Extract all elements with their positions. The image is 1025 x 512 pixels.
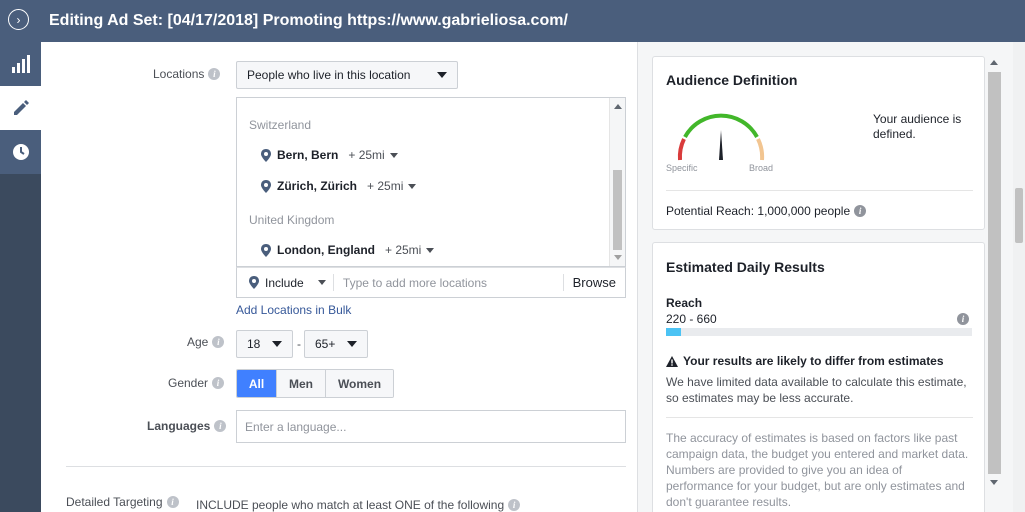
gender-women-button[interactable]: Women xyxy=(326,370,393,397)
location-item[interactable]: Bern, Bern + 25mi xyxy=(261,148,398,162)
audience-gauge xyxy=(677,113,765,161)
pencil-icon xyxy=(13,100,29,115)
country-label: United Kingdom xyxy=(249,213,335,227)
daily-results-title: Estimated Daily Results xyxy=(666,259,825,275)
location-type-dropdown[interactable]: People who live in this location xyxy=(236,61,458,89)
radius-dropdown[interactable]: + 25mi xyxy=(384,243,435,257)
caret-down-icon xyxy=(317,280,326,285)
age-separator: - xyxy=(297,337,301,351)
map-pin-icon xyxy=(261,243,271,257)
info-icon[interactable]: i xyxy=(166,496,179,508)
gauge-specific-label: Specific xyxy=(666,163,698,173)
nav-edit-button[interactable] xyxy=(0,86,41,130)
radius-dropdown[interactable]: + 25mi xyxy=(348,148,398,162)
panel-scroll-thumb[interactable] xyxy=(988,72,1001,474)
location-search-input[interactable] xyxy=(342,275,563,290)
languages-label: Languages i xyxy=(147,419,227,433)
warning-body: We have limited data available to calcul… xyxy=(666,375,967,405)
language-input[interactable] xyxy=(236,410,626,443)
detailed-targeting-description: INCLUDE people who match at least ONE of… xyxy=(196,498,521,512)
page-title: Editing Ad Set: [04/17/2018] Promoting h… xyxy=(49,12,568,29)
radius-value: + 25mi xyxy=(367,179,404,193)
caret-down-icon xyxy=(437,72,447,78)
bar-chart-icon xyxy=(11,55,30,73)
left-nav xyxy=(0,42,41,512)
age-min-dropdown[interactable]: 18 xyxy=(236,330,293,358)
info-icon[interactable]: i xyxy=(854,205,867,217)
map-pin-icon xyxy=(261,148,271,162)
section-divider xyxy=(66,466,626,467)
age-max-value: 65+ xyxy=(315,337,336,351)
audience-status: Your audience is defined. xyxy=(873,112,962,141)
detailed-targeting-label: Detailed Targeting i xyxy=(66,495,179,509)
include-dropdown[interactable]: Include xyxy=(237,274,334,291)
estimated-daily-results-card: Estimated Daily Results Reach 220 - 660 … xyxy=(652,242,985,512)
selected-locations-list[interactable]: Switzerland Bern, Bern + 25mi Zürich, Zü… xyxy=(236,97,626,267)
nav-reporting-button[interactable] xyxy=(0,42,41,86)
age-min-value: 18 xyxy=(247,337,261,351)
page-scroll-thumb[interactable] xyxy=(1015,188,1023,243)
map-pin-icon xyxy=(249,276,259,289)
info-icon[interactable]: i xyxy=(212,377,225,389)
location-name: Bern, Bern xyxy=(277,148,339,162)
potential-reach: Potential Reach: 1,000,000 people i xyxy=(666,204,867,218)
warning-heading: Your results are likely to differ from e… xyxy=(666,354,944,368)
gender-label: Gender i xyxy=(168,376,225,390)
card-divider xyxy=(666,190,973,191)
audience-definition-card: Audience Definition Specific Broad Your … xyxy=(652,56,985,230)
reach-bar xyxy=(666,328,972,336)
panel-scroll-up-icon[interactable] xyxy=(990,60,998,65)
radius-value: + 25mi xyxy=(384,243,422,257)
audience-definition-title: Audience Definition xyxy=(666,72,798,88)
browse-button[interactable]: Browse xyxy=(562,274,625,291)
caret-down-icon xyxy=(426,247,435,253)
estimates-disclaimer: The accuracy of estimates is based on fa… xyxy=(666,431,969,509)
info-icon[interactable]: i xyxy=(957,313,969,325)
gauge-broad-label: Broad xyxy=(749,163,774,173)
scroll-up-icon[interactable] xyxy=(614,104,622,109)
locations-label: Locations i xyxy=(153,67,221,81)
location-item[interactable]: Zürich, Zürich + 25mi xyxy=(261,179,417,193)
right-panel: Audience Definition Specific Broad Your … xyxy=(638,42,1013,512)
reach-value: 220 - 660 xyxy=(666,312,717,326)
radius-dropdown[interactable]: + 25mi xyxy=(367,179,417,193)
caret-down-icon xyxy=(389,152,398,158)
ad-set-form: Locations i People who live in this loca… xyxy=(41,42,638,512)
clock-icon xyxy=(12,144,29,160)
age-label: Age i xyxy=(187,335,225,349)
scroll-down-icon[interactable] xyxy=(614,255,622,260)
add-locations-bulk-link[interactable]: Add Locations in Bulk xyxy=(236,303,351,317)
caret-down-icon xyxy=(272,341,282,347)
caret-down-icon xyxy=(408,183,417,189)
info-icon[interactable]: i xyxy=(208,68,221,80)
location-name: Zürich, Zürich xyxy=(277,179,358,193)
radius-value: + 25mi xyxy=(348,148,385,162)
reach-label: Reach xyxy=(666,296,703,310)
reach-bar-fill xyxy=(666,328,682,336)
gender-all-button[interactable]: All xyxy=(237,370,277,397)
gender-selector: All Men Women xyxy=(236,369,394,398)
warning-icon xyxy=(666,355,678,367)
page-scrollbar[interactable] xyxy=(1013,42,1025,512)
info-icon[interactable]: i xyxy=(212,336,225,348)
nav-history-button[interactable] xyxy=(0,130,41,174)
top-bar: › Editing Ad Set: [04/17/2018] Promoting… xyxy=(0,0,1025,42)
age-max-dropdown[interactable]: 65+ xyxy=(304,330,368,358)
include-value: Include xyxy=(265,275,304,290)
country-label: Switzerland xyxy=(249,118,312,132)
location-name: London, England xyxy=(277,243,375,257)
info-icon[interactable]: i xyxy=(508,499,521,511)
location-item[interactable]: London, England + 25mi xyxy=(261,243,435,257)
info-icon[interactable]: i xyxy=(214,420,227,432)
caret-down-icon xyxy=(347,341,357,347)
card-divider xyxy=(666,417,973,418)
panel-scroll-down-icon[interactable] xyxy=(990,480,998,485)
location-type-value: People who live in this location xyxy=(247,68,411,82)
gender-men-button[interactable]: Men xyxy=(277,370,326,397)
map-pin-icon xyxy=(261,179,271,193)
locations-scrollbar[interactable] xyxy=(609,98,625,266)
location-search-bar: Include Browse xyxy=(236,267,626,298)
scroll-thumb[interactable] xyxy=(613,170,622,250)
collapse-panel-icon[interactable]: › xyxy=(8,9,29,30)
